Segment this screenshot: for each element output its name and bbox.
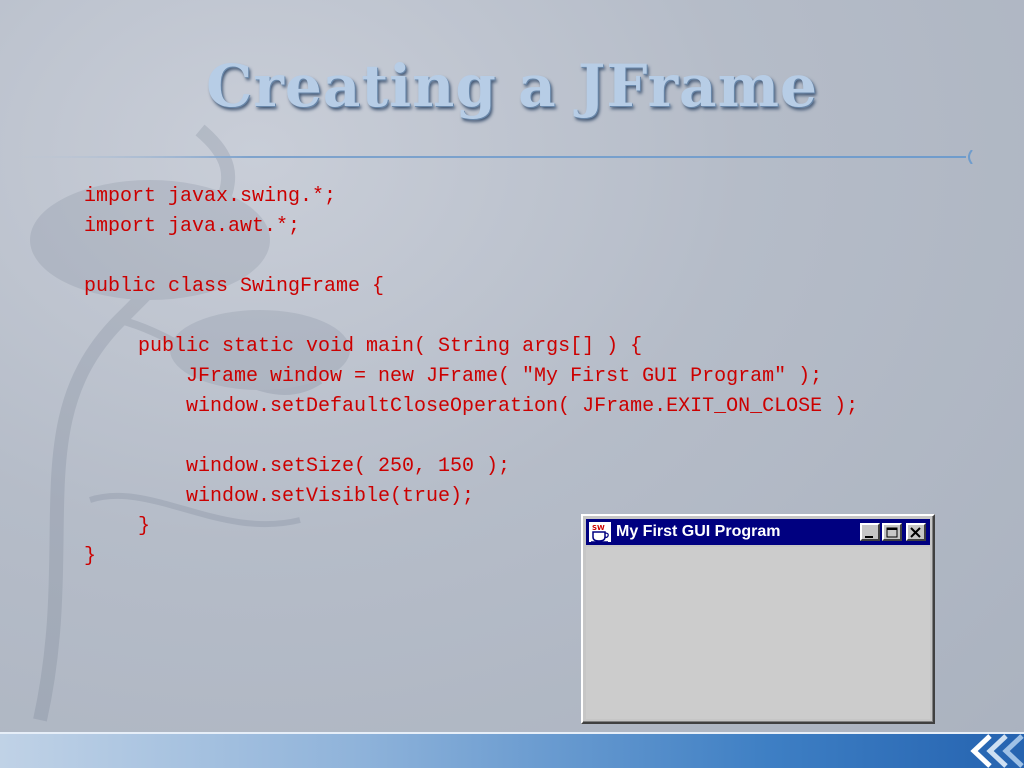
code-line: import javax.swing.*; bbox=[84, 185, 337, 208]
code-line: JFrame window = new JFrame( "My First GU… bbox=[186, 365, 823, 388]
minimize-button[interactable] bbox=[860, 523, 880, 541]
maximize-button[interactable] bbox=[882, 523, 902, 541]
code-line: public static void main( String args[] )… bbox=[138, 335, 643, 358]
jframe-window[interactable]: SW My First GUI Program bbox=[581, 514, 935, 724]
window-titlebar[interactable]: SW My First GUI Program bbox=[586, 519, 930, 545]
title-divider bbox=[10, 150, 973, 164]
minimize-icon bbox=[865, 536, 873, 538]
code-line: window.setDefaultCloseOperation( JFrame.… bbox=[186, 395, 859, 418]
chevron-left-icon bbox=[970, 734, 1024, 768]
code-line: window.setSize( 250, 150 ); bbox=[186, 455, 511, 478]
code-line: import java.awt.*; bbox=[84, 215, 301, 238]
window-content-pane bbox=[586, 547, 930, 719]
code-line: public class SwingFrame { bbox=[84, 275, 385, 298]
slide-title: Creating a JFrame bbox=[206, 52, 818, 120]
close-icon bbox=[910, 527, 921, 538]
code-line: } bbox=[84, 545, 97, 568]
code-line: window.setVisible(true); bbox=[186, 485, 475, 508]
close-button[interactable] bbox=[906, 523, 926, 541]
background-decoration bbox=[30, 124, 350, 722]
window-title: My First GUI Program bbox=[616, 523, 781, 540]
svg-text:SW: SW bbox=[592, 524, 605, 532]
java-cup-icon[interactable]: SW bbox=[588, 521, 612, 543]
code-line: } bbox=[138, 515, 151, 538]
footer-bar bbox=[0, 734, 1024, 768]
maximize-icon bbox=[886, 527, 898, 538]
